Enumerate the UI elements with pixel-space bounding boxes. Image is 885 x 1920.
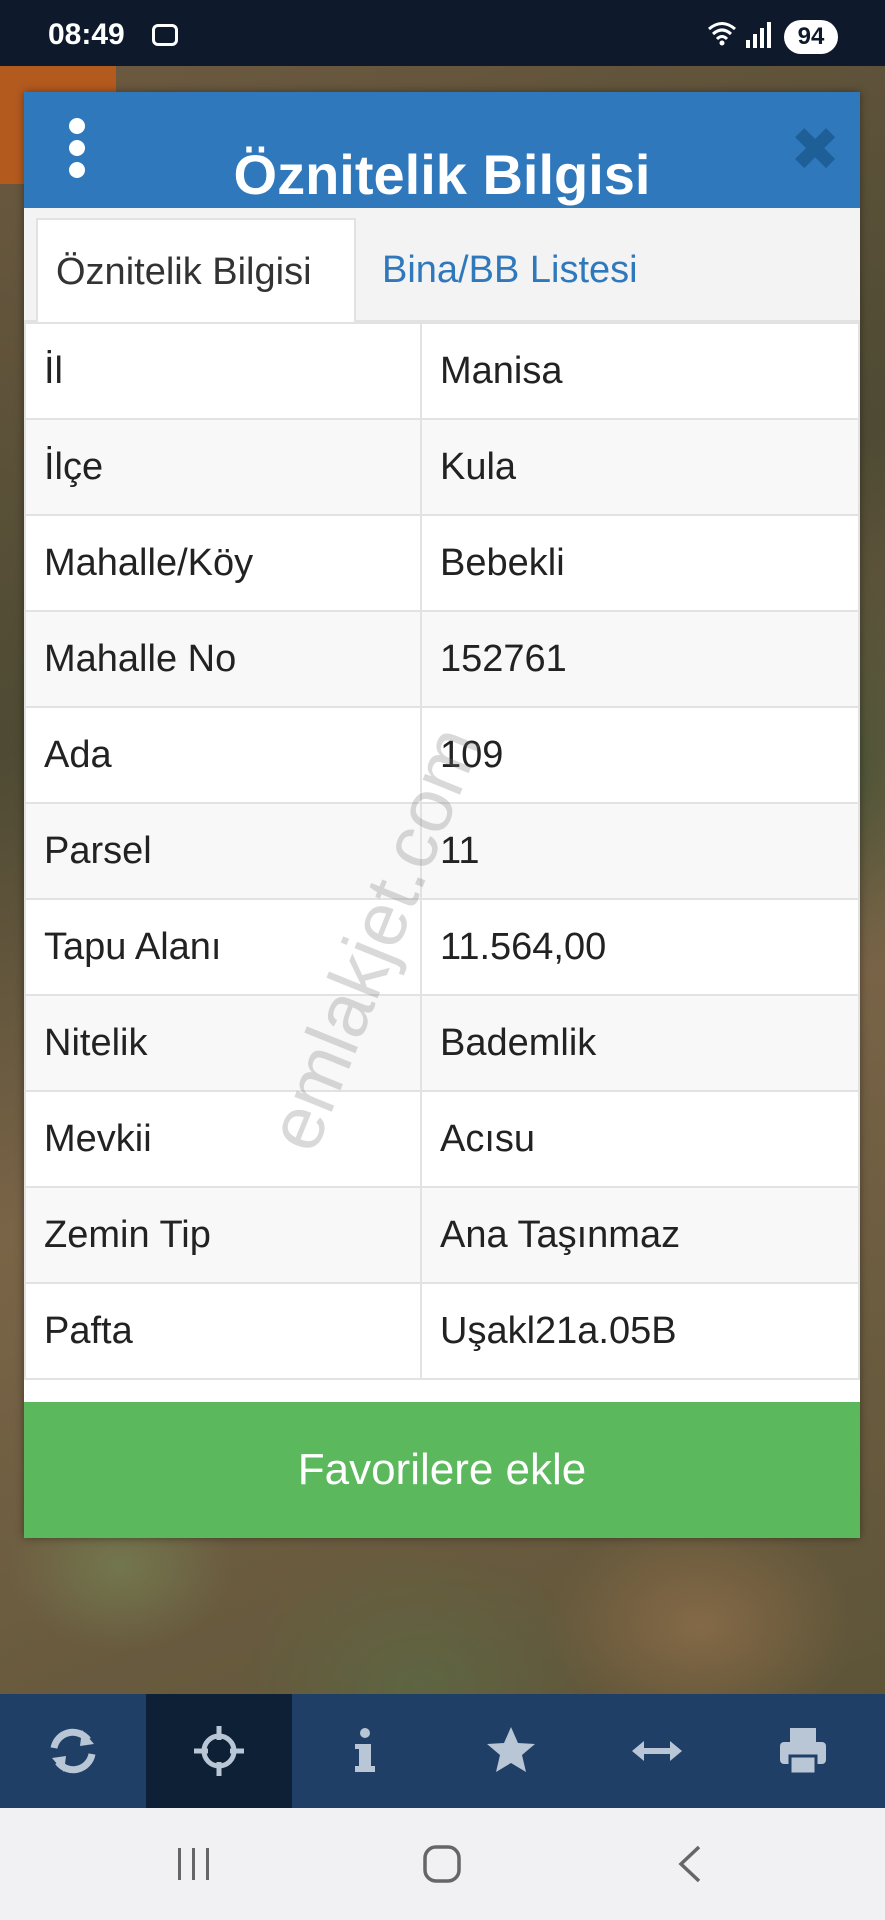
row-value: 11.564,00 [420,898,860,996]
row-value: Bademlik [420,994,860,1092]
refresh-button[interactable] [0,1694,146,1808]
table-row: Tapu Alanı 11.564,00 [24,898,860,996]
row-key: Mevkii [24,1090,422,1188]
back-button[interactable] [660,1838,720,1890]
row-key: Zemin Tip [24,1186,422,1284]
system-navigation-bar [0,1808,885,1920]
row-key: Pafta [24,1282,422,1380]
row-value: Bebekli [420,514,860,612]
dialog-title: Öznitelik Bilgisi [233,143,651,206]
crosshair-icon [194,1726,244,1776]
dialog-header: Öznitelik Bilgisi ✖ [24,92,860,208]
recent-apps-button[interactable] [164,1838,224,1890]
print-icon [780,1728,826,1776]
row-value: Uşakl21a.05B [420,1282,860,1380]
status-bar: 08:49 94 [0,0,885,66]
table-row: Pafta Uşakl21a.05B [24,1282,860,1380]
locate-button[interactable] [146,1694,292,1808]
back-icon [678,1845,701,1883]
row-key: Mahalle No [24,610,422,708]
bottom-toolbar [0,1694,885,1808]
close-icon[interactable]: ✖ [790,120,840,180]
table-row: Mahalle/Köy Bebekli [24,514,860,612]
table-row: İlçe Kula [24,418,860,516]
screen-record-icon [152,24,178,46]
row-value: 11 [420,802,860,900]
tab-attribute-info[interactable]: Öznitelik Bilgisi [36,218,356,322]
measure-icon [632,1741,682,1761]
table-row: Mevkii Acısu [24,1090,860,1188]
signal-icon [746,22,774,48]
row-value: Acısu [420,1090,860,1188]
table-row: Nitelik Bademlik [24,994,860,1092]
row-value: Manisa [420,322,860,420]
recents-icon [178,1848,209,1880]
measure-button[interactable] [584,1694,730,1808]
tab-building-list[interactable]: Bina/BB Listesi [364,218,684,322]
star-icon [487,1727,535,1772]
favorites-button[interactable] [438,1694,584,1808]
table-row: Zemin Tip Ana Taşınmaz [24,1186,860,1284]
tab-bar: Öznitelik Bilgisi Bina/BB Listesi [24,208,860,322]
refresh-icon [50,1728,96,1774]
row-key: İl [24,322,422,420]
print-button[interactable] [730,1694,876,1808]
battery-indicator: 94 [784,20,838,54]
table-row: İl Manisa [24,322,860,420]
info-button[interactable] [292,1694,438,1808]
home-button[interactable] [412,1838,472,1890]
wifi-icon [707,20,737,53]
row-value: 152761 [420,610,860,708]
row-key: İlçe [24,418,422,516]
row-key: Ada [24,706,422,804]
row-value: Kula [420,418,860,516]
row-value: Ana Taşınmaz [420,1186,860,1284]
add-to-favorites-button[interactable]: Favorilere ekle [24,1402,860,1538]
home-icon [423,1845,461,1883]
status-time: 08:49 [48,18,125,51]
table-row: Mahalle No 152761 [24,610,860,708]
row-key: Mahalle/Köy [24,514,422,612]
info-icon [355,1728,375,1772]
